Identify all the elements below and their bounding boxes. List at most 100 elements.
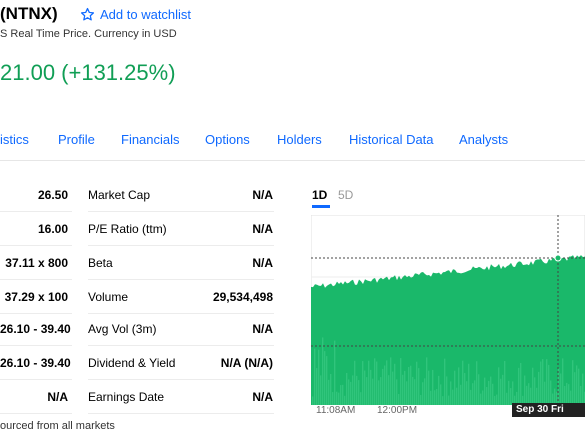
volume-bar bbox=[394, 363, 396, 405]
volume-bar bbox=[392, 371, 394, 405]
volume-bar bbox=[378, 380, 380, 405]
volume-bar bbox=[466, 381, 468, 405]
volume-bar bbox=[484, 377, 486, 405]
volume-bar bbox=[406, 381, 408, 405]
row-divider bbox=[0, 245, 72, 246]
volume-bar bbox=[322, 337, 324, 405]
stat-label-dividend-yield: Dividend & Yield bbox=[88, 356, 176, 370]
volume-bar bbox=[490, 376, 492, 405]
volume-bar bbox=[504, 360, 506, 405]
volume-bar bbox=[372, 378, 374, 405]
data-source-note: ourced from all markets bbox=[0, 420, 115, 432]
tab-options[interactable]: Options bbox=[205, 132, 250, 147]
volume-bar bbox=[404, 370, 406, 405]
volume-bar bbox=[318, 349, 320, 405]
volume-bar bbox=[326, 356, 328, 405]
stat-value: 37.11 x 800 bbox=[5, 256, 68, 270]
volume-bar bbox=[460, 384, 462, 405]
volume-bar bbox=[334, 340, 336, 405]
volume-bar bbox=[446, 376, 448, 405]
row-divider bbox=[88, 413, 274, 414]
volume-bar bbox=[496, 394, 498, 405]
volume-bar bbox=[540, 361, 542, 405]
volume-bar bbox=[332, 392, 334, 405]
stat-label-market-cap: Market Cap bbox=[88, 188, 151, 202]
volume-bar bbox=[362, 361, 364, 405]
volume-bar bbox=[498, 367, 500, 405]
row-divider bbox=[0, 345, 72, 346]
volume-bar bbox=[430, 390, 432, 405]
volume-bar bbox=[448, 395, 450, 405]
stat-value: 26.10 - 39.40 bbox=[0, 322, 71, 336]
tab-statistics[interactable]: istics bbox=[0, 132, 29, 147]
volume-bar bbox=[338, 392, 340, 405]
row-divider bbox=[88, 379, 274, 380]
volume-bar bbox=[470, 389, 472, 405]
volume-bar bbox=[544, 381, 546, 405]
volume-bar bbox=[418, 368, 420, 405]
row-divider bbox=[88, 279, 274, 280]
tab-holders[interactable]: Holders bbox=[277, 132, 322, 147]
volume-bar bbox=[436, 388, 438, 405]
volume-bar bbox=[344, 395, 346, 405]
volume-bar bbox=[464, 373, 466, 405]
volume-bar bbox=[472, 383, 474, 405]
volume-bar bbox=[506, 392, 508, 405]
tab-profile[interactable]: Profile bbox=[58, 132, 95, 147]
volume-bar bbox=[360, 392, 362, 405]
stat-value: 26.10 - 39.40 bbox=[0, 356, 71, 370]
star-icon bbox=[80, 7, 95, 21]
volume-bar bbox=[316, 368, 318, 405]
tab-analysts[interactable]: Analysts bbox=[459, 132, 508, 147]
volume-bar bbox=[576, 365, 578, 405]
volume-bar bbox=[548, 364, 550, 405]
tab-historical-data[interactable]: Historical Data bbox=[349, 132, 434, 147]
volume-bar bbox=[340, 385, 342, 405]
volume-bar bbox=[320, 375, 322, 405]
row-divider bbox=[0, 379, 72, 380]
volume-bar bbox=[376, 361, 378, 405]
stat-label-volume: Volume bbox=[88, 290, 129, 304]
row-divider bbox=[88, 211, 274, 212]
volume-bar bbox=[434, 390, 436, 405]
volume-bar bbox=[384, 365, 386, 405]
volume-bar bbox=[398, 393, 400, 405]
volume-bar bbox=[328, 379, 330, 405]
volume-bar bbox=[440, 384, 442, 405]
range-tab-1d[interactable]: 1D bbox=[312, 188, 327, 202]
volume-bar bbox=[432, 369, 434, 405]
row-divider bbox=[88, 345, 274, 346]
range-tab-5d[interactable]: 5D bbox=[338, 188, 353, 202]
volume-bar bbox=[528, 383, 530, 405]
volume-bar bbox=[452, 389, 454, 405]
volume-bar bbox=[566, 382, 568, 405]
volume-bar bbox=[426, 357, 428, 405]
volume-bar bbox=[538, 371, 540, 405]
stat-label-beta: Beta bbox=[88, 256, 113, 270]
intraday-price-chart[interactable] bbox=[311, 215, 585, 405]
volume-bar bbox=[314, 348, 316, 405]
stat-label-avg-volume: Avg Vol (3m) bbox=[88, 322, 157, 336]
volume-bar bbox=[414, 379, 416, 405]
stat-value-beta: N/A bbox=[252, 256, 273, 270]
tab-financials[interactable]: Financials bbox=[121, 132, 180, 147]
volume-bar bbox=[574, 372, 576, 405]
crosshair-time-label: Sep 30 Fri 2:46 bbox=[512, 403, 585, 429]
x-axis-label-1200: 12:00PM bbox=[377, 405, 418, 416]
volume-bar bbox=[350, 381, 352, 405]
crosshair-point bbox=[554, 254, 562, 262]
volume-bar bbox=[444, 358, 446, 405]
volume-bar bbox=[358, 380, 360, 405]
volume-bar bbox=[366, 377, 368, 405]
stat-value-volume: 29,534,498 bbox=[212, 290, 273, 304]
volume-bar bbox=[494, 395, 496, 405]
volume-bar bbox=[560, 373, 562, 405]
add-to-watchlist-button[interactable]: Add to watchlist bbox=[80, 7, 191, 22]
volume-bar bbox=[410, 365, 412, 405]
volume-bar bbox=[342, 384, 344, 405]
volume-bar bbox=[368, 360, 370, 405]
volume-bar bbox=[468, 363, 470, 405]
volume-bar bbox=[438, 375, 440, 405]
stat-label-pe-ratio: P/E Ratio (ttm) bbox=[88, 222, 167, 236]
volume-bar bbox=[348, 379, 350, 405]
